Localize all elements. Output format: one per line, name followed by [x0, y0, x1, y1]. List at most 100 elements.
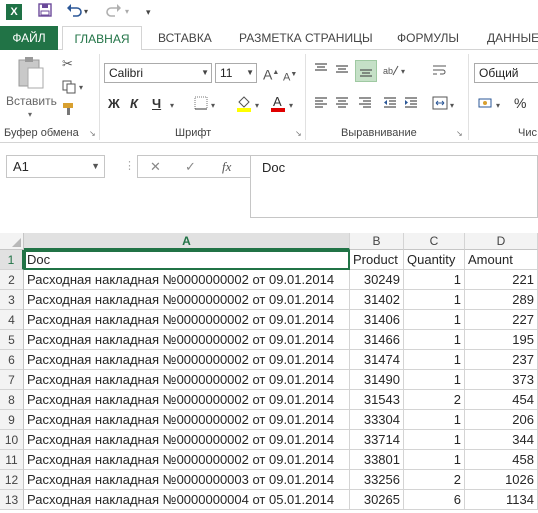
table-cell[interactable]: 1 — [404, 410, 465, 430]
row-header[interactable]: 13 — [0, 490, 24, 510]
bold-button[interactable]: Ж — [108, 96, 120, 111]
align-middle-icon[interactable] — [335, 62, 349, 80]
enter-icon[interactable]: ✓ — [185, 159, 196, 175]
table-cell[interactable]: 344 — [465, 430, 538, 450]
table-cell[interactable]: 458 — [465, 450, 538, 470]
merge-center-icon[interactable] — [432, 96, 448, 114]
cut-icon[interactable]: ✂ — [62, 56, 73, 72]
align-center-icon[interactable] — [335, 96, 349, 114]
table-cell[interactable]: 1 — [404, 290, 465, 310]
alignment-launcher-icon[interactable]: ↘ — [456, 129, 463, 138]
paste-icon[interactable] — [16, 56, 46, 94]
undo-dropdown-icon[interactable]: ▾ — [84, 3, 88, 21]
decrease-indent-icon[interactable] — [383, 96, 397, 114]
row-header[interactable]: 4 — [0, 310, 24, 330]
column-header-b[interactable]: B — [350, 233, 404, 250]
table-cell[interactable]: 237 — [465, 350, 538, 370]
table-cell[interactable]: 206 — [465, 410, 538, 430]
number-format-select[interactable]: Общий — [474, 63, 538, 83]
table-cell[interactable]: 221 — [465, 270, 538, 290]
tab-formulas[interactable]: ФОРМУЛЫ — [397, 26, 459, 50]
table-cell[interactable]: 33256 — [350, 470, 404, 490]
table-cell[interactable]: 289 — [465, 290, 538, 310]
copy-dropdown-icon[interactable]: ▾ — [79, 80, 83, 96]
row-header[interactable]: 5 — [0, 330, 24, 350]
table-cell[interactable]: 2 — [404, 470, 465, 490]
font-color-icon[interactable]: A — [270, 94, 286, 116]
table-cell[interactable]: 31406 — [350, 310, 404, 330]
table-cell[interactable]: Расходная накладная №0000000002 от 09.01… — [24, 370, 350, 390]
row-header[interactable]: 12 — [0, 470, 24, 490]
orientation-icon[interactable]: ab — [383, 63, 399, 81]
customize-icon[interactable]: ▾ — [146, 3, 151, 21]
fill-color-dropdown-icon[interactable]: ▾ — [255, 98, 259, 114]
table-cell[interactable]: 1026 — [465, 470, 538, 490]
align-bottom-button[interactable] — [355, 60, 377, 82]
tab-file[interactable]: ФАЙЛ — [0, 26, 58, 50]
table-cell[interactable]: 33801 — [350, 450, 404, 470]
redo-dropdown-icon[interactable]: ▾ — [125, 3, 129, 21]
increase-font-icon[interactable]: A▲ — [263, 65, 279, 83]
table-cell[interactable]: 454 — [465, 390, 538, 410]
column-header-c[interactable]: C — [404, 233, 465, 250]
table-cell[interactable]: Расходная накладная №0000000002 от 09.01… — [24, 430, 350, 450]
accounting-format-icon[interactable] — [478, 96, 494, 114]
fill-color-icon[interactable] — [236, 94, 252, 116]
table-cell[interactable]: 31543 — [350, 390, 404, 410]
accounting-dropdown-icon[interactable]: ▾ — [496, 98, 500, 114]
decrease-font-icon[interactable]: A▼ — [283, 67, 297, 86]
format-painter-icon[interactable] — [62, 102, 76, 120]
tab-data[interactable]: ДАННЫЕ — [487, 26, 538, 50]
table-cell[interactable]: Расходная накладная №0000000002 от 09.01… — [24, 310, 350, 330]
merge-dropdown-icon[interactable]: ▾ — [450, 98, 454, 114]
row-header[interactable]: 3 — [0, 290, 24, 310]
table-cell[interactable]: 30249 — [350, 270, 404, 290]
table-cell[interactable]: Расходная накладная №0000000002 от 09.01… — [24, 290, 350, 310]
insert-function-icon[interactable]: fx — [222, 159, 231, 175]
wrap-text-icon[interactable] — [432, 63, 448, 81]
row-header[interactable]: 2 — [0, 270, 24, 290]
row-header[interactable]: 7 — [0, 370, 24, 390]
header-cell[interactable]: Amount — [465, 250, 538, 270]
table-cell[interactable]: Расходная накладная №0000000003 от 09.01… — [24, 470, 350, 490]
tab-page-layout[interactable]: РАЗМЕТКА СТРАНИЦЫ — [239, 26, 373, 50]
table-cell[interactable]: 31490 — [350, 370, 404, 390]
redo-icon[interactable] — [106, 3, 122, 21]
table-cell[interactable]: 6 — [404, 490, 465, 510]
table-cell[interactable]: 30265 — [350, 490, 404, 510]
align-left-icon[interactable] — [314, 96, 328, 114]
table-cell[interactable]: 227 — [465, 310, 538, 330]
font-name-select[interactable]: Calibri ▼ — [104, 63, 212, 83]
table-cell[interactable]: Расходная накладная №0000000002 от 09.01… — [24, 350, 350, 370]
tab-home[interactable]: ГЛАВНАЯ — [62, 26, 142, 51]
font-color-dropdown-icon[interactable]: ▾ — [289, 98, 293, 114]
header-cell[interactable]: Quantity — [404, 250, 465, 270]
row-header[interactable]: 10 — [0, 430, 24, 450]
underline-dropdown-icon[interactable]: ▾ — [170, 98, 174, 114]
table-cell[interactable]: 1134 — [465, 490, 538, 510]
table-cell[interactable]: Расходная накладная №0000000002 от 09.01… — [24, 450, 350, 470]
column-header-d[interactable]: D — [465, 233, 538, 250]
table-cell[interactable]: Расходная накладная №0000000002 от 09.01… — [24, 330, 350, 350]
row-header[interactable]: 8 — [0, 390, 24, 410]
table-cell[interactable]: 1 — [404, 310, 465, 330]
table-cell[interactable]: 33304 — [350, 410, 404, 430]
italic-button[interactable]: К — [130, 96, 138, 111]
percent-style-button[interactable]: % — [514, 95, 526, 111]
header-cell[interactable]: Product — [350, 250, 404, 270]
table-cell[interactable]: Расходная накладная №0000000002 от 09.01… — [24, 270, 350, 290]
row-header[interactable]: 11 — [0, 450, 24, 470]
row-header[interactable]: 1 — [0, 250, 24, 270]
table-cell[interactable]: 1 — [404, 450, 465, 470]
table-cell[interactable]: 1 — [404, 270, 465, 290]
table-cell[interactable]: 31402 — [350, 290, 404, 310]
copy-icon[interactable] — [62, 80, 76, 98]
table-cell[interactable]: 1 — [404, 350, 465, 370]
row-header[interactable]: 9 — [0, 410, 24, 430]
table-cell[interactable]: 33714 — [350, 430, 404, 450]
header-cell[interactable]: Doc — [24, 250, 350, 270]
underline-button[interactable]: Ч — [152, 96, 161, 111]
borders-icon[interactable] — [194, 96, 208, 114]
select-all-button[interactable] — [0, 233, 24, 250]
increase-indent-icon[interactable] — [404, 96, 418, 114]
